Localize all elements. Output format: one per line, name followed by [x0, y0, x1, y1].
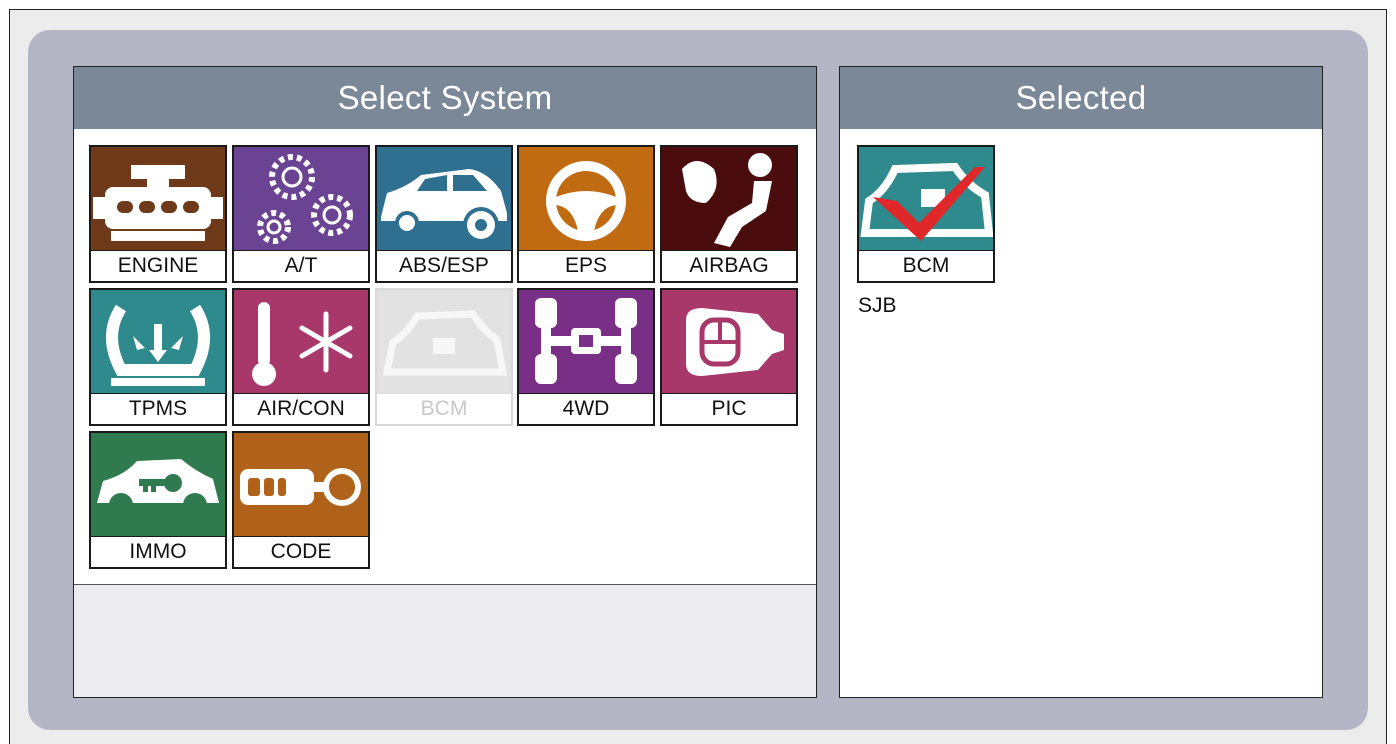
system-tile-abs-esp[interactable]: ABS/ESP	[375, 145, 513, 283]
system-tile-tpms[interactable]: TPMS	[89, 288, 227, 426]
system-tile-label: ABS/ESP	[377, 250, 511, 281]
body-control-checked-icon	[859, 147, 993, 251]
system-tile-engine[interactable]: ENGINE	[89, 145, 227, 283]
airbag-icon	[662, 147, 796, 251]
system-tile-label: ENGINE	[91, 250, 225, 281]
system-tile-4wd[interactable]: 4WD	[517, 288, 655, 426]
system-tile-pic[interactable]: PIC	[660, 288, 798, 426]
system-tile-at[interactable]: A/T	[232, 145, 370, 283]
tire-pressure-icon	[91, 290, 225, 394]
system-tile-label: TPMS	[91, 393, 225, 424]
select-system-title: Select System	[74, 67, 816, 129]
system-tile-eps[interactable]: EPS	[517, 145, 655, 283]
selected-tile-bcm[interactable]: BCM	[857, 145, 995, 283]
immobilizer-icon	[91, 433, 225, 537]
selected-caption: SJB	[858, 294, 897, 317]
body-control-icon	[377, 290, 511, 394]
system-tile-label: CODE	[234, 536, 368, 567]
system-tile-bcm: BCM	[375, 288, 513, 426]
system-tile-airbag[interactable]: AIRBAG	[660, 145, 798, 283]
system-tile-aircon[interactable]: AIR/CON	[232, 288, 370, 426]
system-tile-label: BCM	[377, 393, 511, 424]
aircon-icon	[234, 290, 368, 394]
key-fob-icon	[234, 433, 368, 537]
engine-icon	[91, 147, 225, 251]
selected-title: Selected	[840, 67, 1322, 129]
system-tile-label: PIC	[662, 393, 796, 424]
gears-icon	[234, 147, 368, 251]
system-tile-label: AIR/CON	[234, 393, 368, 424]
system-tile-label: AIRBAG	[662, 250, 796, 281]
selected-tile-label: BCM	[859, 250, 993, 281]
system-tile-label: IMMO	[91, 536, 225, 567]
car-brake-icon	[377, 147, 511, 251]
system-tile-code[interactable]: CODE	[232, 431, 370, 569]
system-tile-label: A/T	[234, 250, 368, 281]
smart-key-icon	[662, 290, 796, 394]
system-tile-label: EPS	[519, 250, 653, 281]
system-tile-immo[interactable]: IMMO	[89, 431, 227, 569]
select-system-footer	[74, 584, 816, 697]
steering-wheel-icon	[519, 147, 653, 251]
system-tile-label: 4WD	[519, 393, 653, 424]
drivetrain-icon	[519, 290, 653, 394]
